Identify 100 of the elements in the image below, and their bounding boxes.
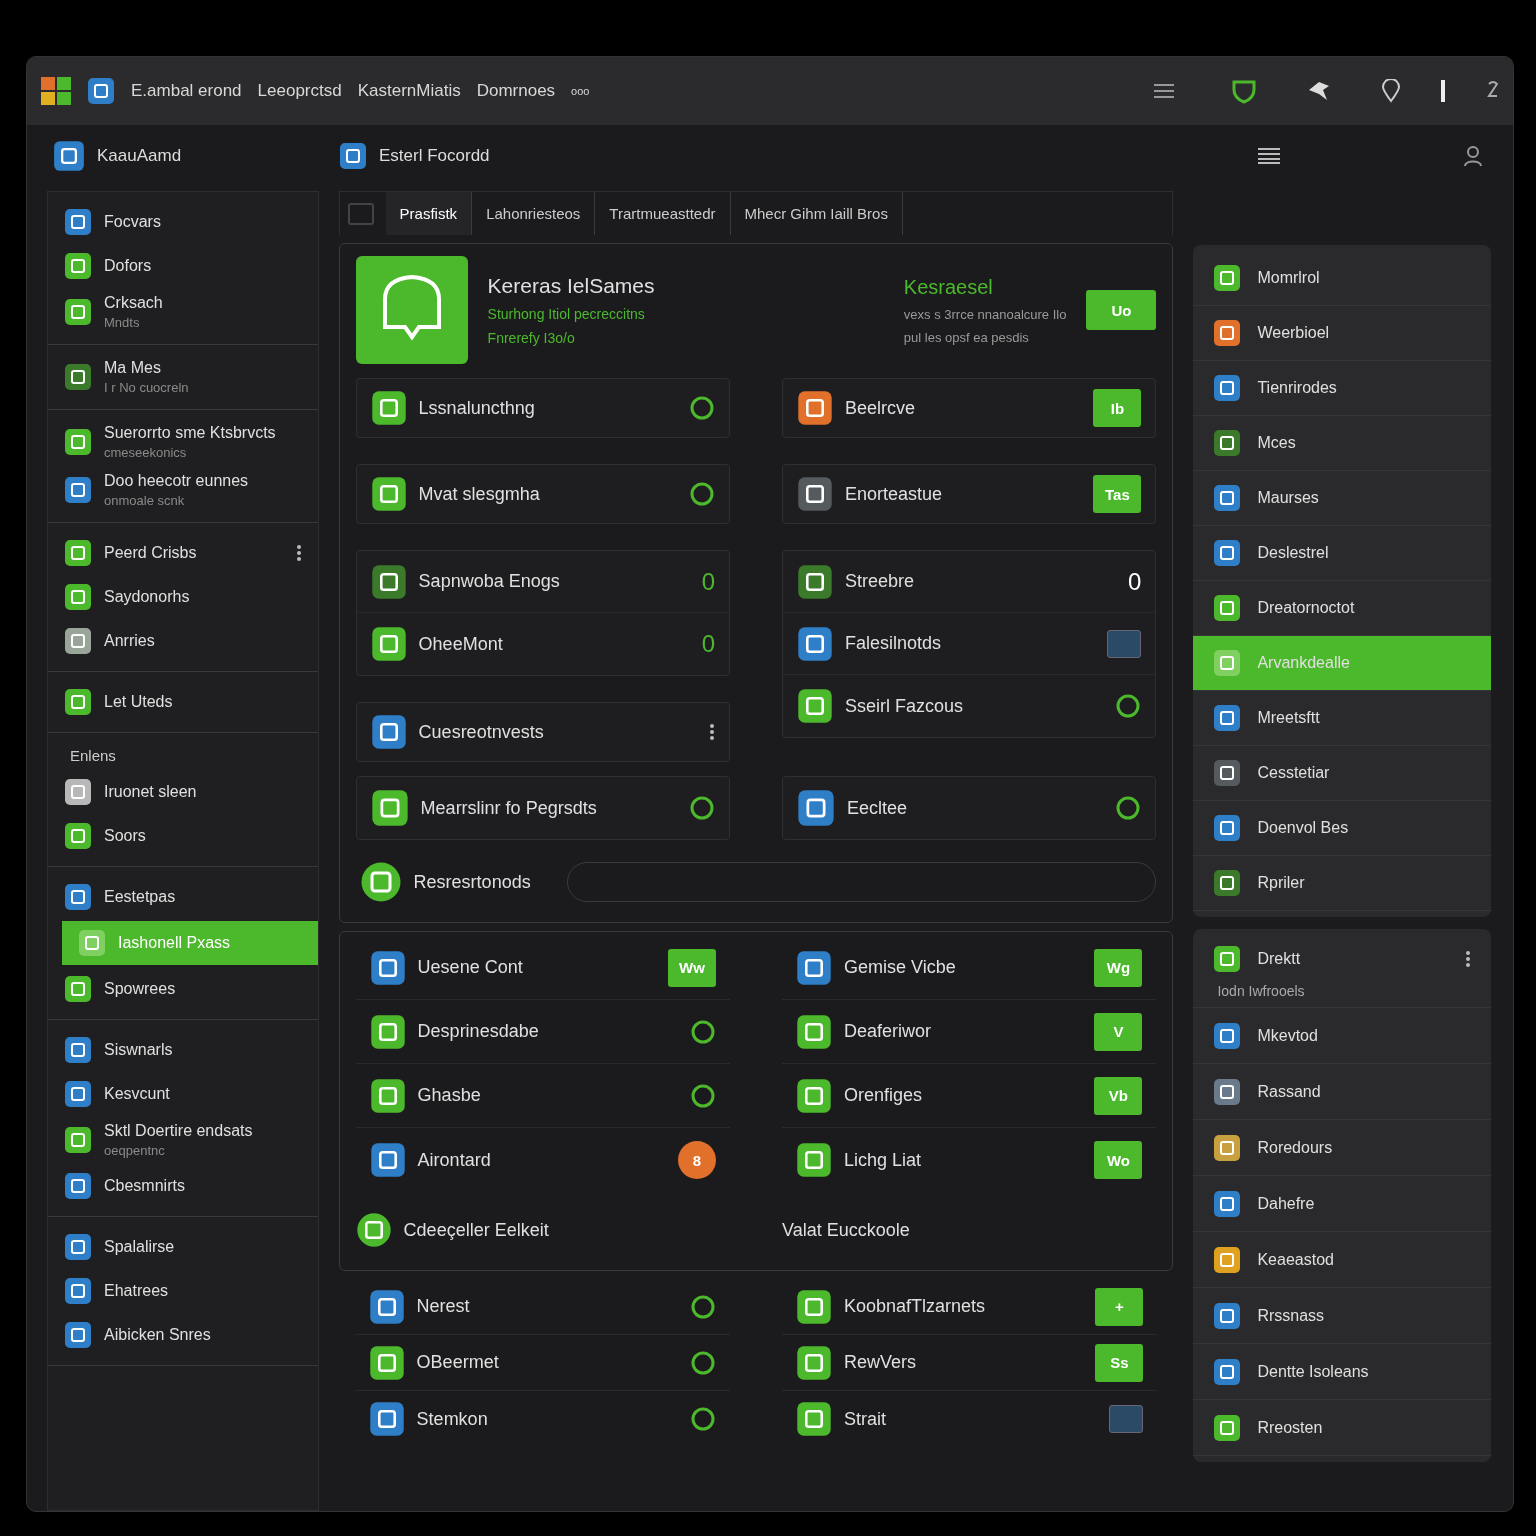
tab[interactable]: Trartmueasttedr [595,192,731,235]
search-field[interactable] [566,862,1157,902]
list-row[interactable]: Lichg Liat Wo [782,1128,1157,1192]
nav-item[interactable]: Tienrirodes [1193,361,1491,416]
sidebar-item[interactable]: Ehatrees [48,1269,318,1313]
more-icon[interactable] [295,544,302,562]
sidebar-item[interactable]: Crksach Mndts [48,288,318,336]
workspace-name[interactable]: KaauAamd [97,146,327,166]
nav-item[interactable]: Mkevtod [1193,1008,1491,1064]
sidebar-item[interactable]: Ma Mes I r No cuocreln [48,353,318,401]
menu-item[interactable]: E.ambal erond [131,81,242,101]
list-row[interactable]: Lssnaluncthng [356,379,729,437]
list-row[interactable]: Strait [782,1391,1158,1447]
ring-icon[interactable] [690,1406,716,1432]
nav-item[interactable]: Rassand [1193,1064,1491,1120]
more-icon[interactable] [709,723,715,741]
nav-item[interactable]: Rreosten [1193,1400,1491,1456]
nav-item[interactable]: Keaeastod [1193,1232,1491,1288]
list-row[interactable]: Mvat slesgmha [356,465,729,523]
sidebar-item[interactable]: Anrries [48,619,318,663]
list-row[interactable]: Gemise Vicbe Wg [782,936,1157,1000]
sidebar-item[interactable]: Spowrees [48,967,318,1011]
list-row[interactable]: Sseirl Fazcous [783,675,1156,737]
sidebar-item[interactable]: Suerorrto sme Ktsbrvcts cmeseekonics [48,418,318,466]
sidebar-item[interactable]: Eestetpas [48,875,318,919]
list-row[interactable]: Desprinesdabe [355,1000,730,1064]
menu-item[interactable]: Leeoprctsd [257,81,342,101]
nav-label: Dahefre [1257,1194,1315,1213]
list-row[interactable]: Nerest [354,1279,730,1335]
item-caption: cmeseekonics [104,445,188,460]
list-row[interactable]: Sapnwoba Enogs 0 [356,551,729,613]
nav-item[interactable]: Doenvol Bes [1193,801,1491,856]
tab[interactable]: Lahonriesteos [472,192,596,235]
sidebar-item[interactable]: Sktl Doertire endsats oeqpentnc [48,1116,318,1164]
nav-item[interactable]: Mces [1193,416,1491,471]
nav-item[interactable]: Dentte Isoleans [1193,1344,1491,1400]
menu-item[interactable]: ooo [571,85,590,97]
list-row[interactable]: Stemkon [354,1391,730,1447]
sidebar-item[interactable]: Siswnarls [48,1028,318,1072]
row-label: OheeMont [418,633,504,655]
nav-item[interactable]: Roredours [1193,1120,1491,1176]
nav-item[interactable]: Rrssnass [1193,1288,1491,1344]
list-row[interactable]: Orenfiges Vb [782,1064,1157,1128]
list-row[interactable]: OBeermet [354,1335,730,1391]
nav-item[interactable]: Weerbioel [1193,306,1491,361]
sidebar-item[interactable]: Dofors [48,244,318,288]
ring-icon[interactable] [690,1018,716,1045]
link-card[interactable]: Mearrslinr fo Pegrsdts [355,776,730,840]
sidebar-item[interactable]: Focvars [48,200,318,244]
menu-item[interactable]: Domrnoes [476,81,556,101]
checkbox[interactable] [347,202,374,225]
ring-icon[interactable] [689,795,715,821]
sidebar-item[interactable]: Spalalirse [48,1225,318,1269]
more-icon[interactable] [1465,950,1471,968]
list-row[interactable]: OheeMont 0 [356,613,729,675]
nav-item[interactable]: Cesstetiar [1193,746,1491,801]
menu-icon[interactable] [1153,83,1175,99]
list-row[interactable]: RewVers Ss [782,1335,1158,1391]
shield-icon[interactable] [1231,78,1257,104]
list-row[interactable]: KoobnafTlzarnets + [782,1279,1158,1335]
tab[interactable]: Prasfistk [385,192,473,235]
list-row[interactable]: Uesene Cont Ww [355,936,730,1000]
nav-item[interactable]: Momrlrol [1193,251,1491,306]
list-row[interactable]: Beelrcve Ib [783,379,1156,437]
menu-item[interactable]: KasternMiatis [357,81,461,101]
ring-icon[interactable] [690,1349,716,1376]
sidebar-item[interactable]: Peerd Crisbs [48,531,318,575]
list-row[interactable]: Cuesreotnvests [356,703,729,761]
ring-icon[interactable] [689,481,715,507]
ring-icon[interactable] [1115,693,1142,719]
ring-icon[interactable] [690,1082,716,1109]
ring-icon[interactable] [1115,795,1142,821]
list-row[interactable]: Airontard 8 [355,1128,730,1192]
nav-item[interactable]: Deslestrel [1193,526,1491,581]
small-button[interactable] [1107,629,1142,658]
location-pin-icon[interactable] [1381,79,1401,103]
list-row[interactable]: Enorteastue Tas [783,465,1156,523]
sidebar-item[interactable]: Saydonorhs [48,575,318,619]
list-row[interactable]: Deaferiwor V [782,1000,1157,1064]
list-icon[interactable] [1257,147,1281,165]
sidebar-item[interactable]: Cbesmnirts [48,1164,318,1208]
nav-item[interactable]: Mreetsftt [1193,691,1491,746]
sidebar-item[interactable]: Doo heecotr eunnes onmoale scnk [48,466,318,514]
sidebar-item[interactable]: Let Uteds [48,680,318,724]
nav-item[interactable]: Rpriler [1193,856,1491,911]
nav-item[interactable]: Dahefre [1193,1176,1491,1232]
sidebar-item[interactable]: Iruonet sleen [48,770,318,814]
link-card[interactable]: Eecltee [782,776,1157,840]
ring-icon[interactable] [690,1293,716,1320]
bird-icon[interactable] [1307,80,1331,102]
list-row[interactable]: Ghasbe [355,1064,730,1128]
list-row[interactable]: Streebre 0 [783,551,1156,613]
ring-icon[interactable] [689,395,715,421]
sidebar-item[interactable]: Kesvcunt [48,1072,318,1116]
nav-item[interactable]: Maurses [1193,471,1491,526]
list-row[interactable]: Falesilnotds [783,613,1156,675]
small-button[interactable] [1109,1405,1144,1433]
sidebar-item[interactable]: Aibicken Snres [48,1313,318,1357]
tab[interactable]: Mhecr Gihm Iaill Bros [730,192,903,235]
sidebar-item[interactable]: Soors [48,814,318,858]
